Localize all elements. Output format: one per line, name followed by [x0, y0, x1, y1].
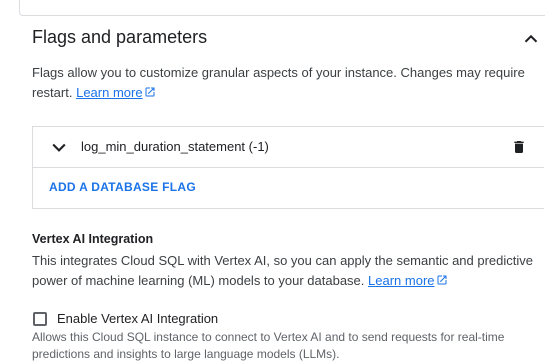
flag-row: log_min_duration_statement (-1)	[33, 127, 544, 168]
chevron-down-icon[interactable]	[49, 137, 69, 157]
vertex-ai-description-text: This integrates Cloud SQL with Vertex AI…	[32, 253, 534, 288]
enable-vertex-ai-checkbox[interactable]	[33, 312, 47, 326]
flag-name: log_min_duration_statement (-1)	[81, 139, 269, 154]
vertex-learn-more-label: Learn more	[368, 273, 435, 288]
delete-icon[interactable]	[511, 138, 527, 156]
external-link-icon	[145, 87, 155, 97]
external-link-icon	[437, 275, 447, 285]
enable-vertex-ai-label[interactable]: Enable Vertex AI Integration	[57, 311, 218, 326]
section-description: Flags allow you to customize granular as…	[32, 63, 537, 103]
vertex-ai-description: This integrates Cloud SQL with Vertex AI…	[32, 251, 537, 291]
vertex-helper-text: Allows this Cloud SQL instance to connec…	[32, 330, 505, 361]
vertex-learn-more-link[interactable]: Learn more	[368, 273, 447, 288]
database-flags-panel: log_min_duration_statement (-1) ADD A DA…	[32, 126, 544, 209]
learn-more-link[interactable]: Learn more	[76, 85, 155, 100]
learn-more-label: Learn more	[76, 85, 143, 100]
add-database-flag-button[interactable]: ADD A DATABASE FLAG	[49, 180, 196, 194]
section-title: Flags and parameters	[32, 27, 208, 47]
previous-section-frame	[19, 0, 545, 16]
chevron-up-icon[interactable]	[520, 28, 542, 50]
vertex-ai-title: Vertex AI Integration	[32, 232, 154, 246]
